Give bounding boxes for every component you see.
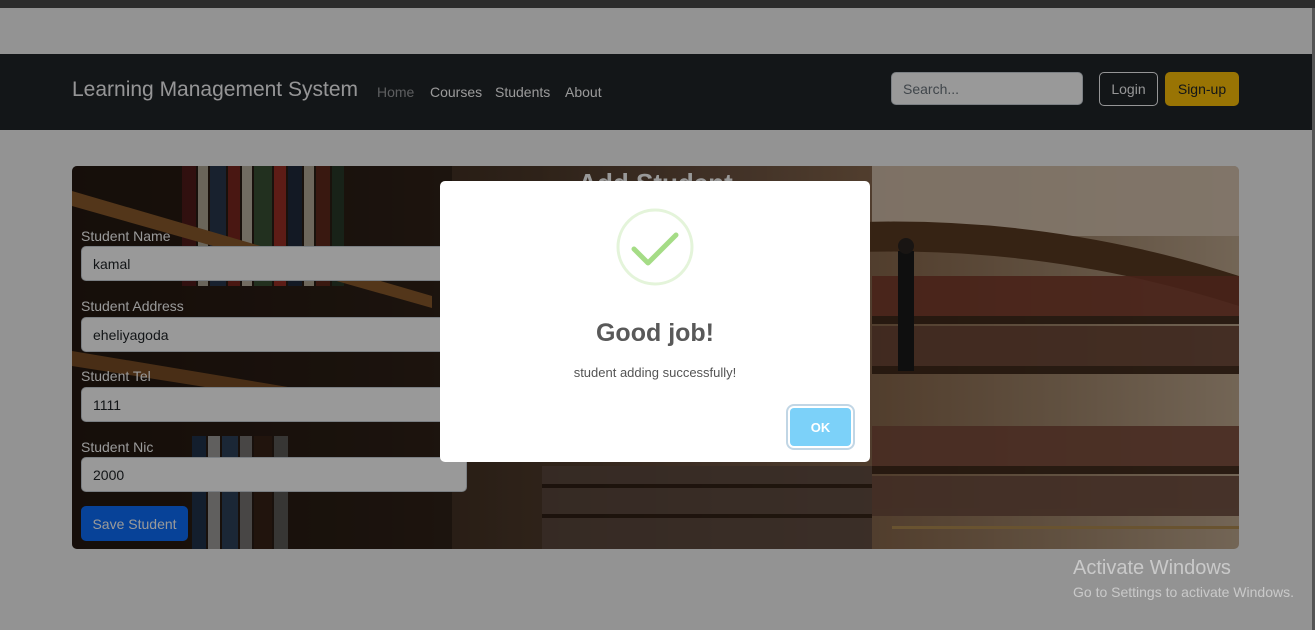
success-check-icon [616, 208, 694, 286]
dialog-title: Good job! [595, 319, 715, 347]
watermark-subtitle: Go to Settings to activate Windows. [1073, 584, 1294, 600]
ok-button[interactable]: OK [790, 408, 851, 446]
dialog-message: student adding successfully! [573, 365, 737, 380]
watermark-title: Activate Windows [1073, 557, 1231, 579]
windows-activation-watermark: Activate Windows Go to Settings to activ… [1073, 557, 1294, 600]
success-dialog: Good job! student adding successfully! O… [440, 181, 870, 462]
